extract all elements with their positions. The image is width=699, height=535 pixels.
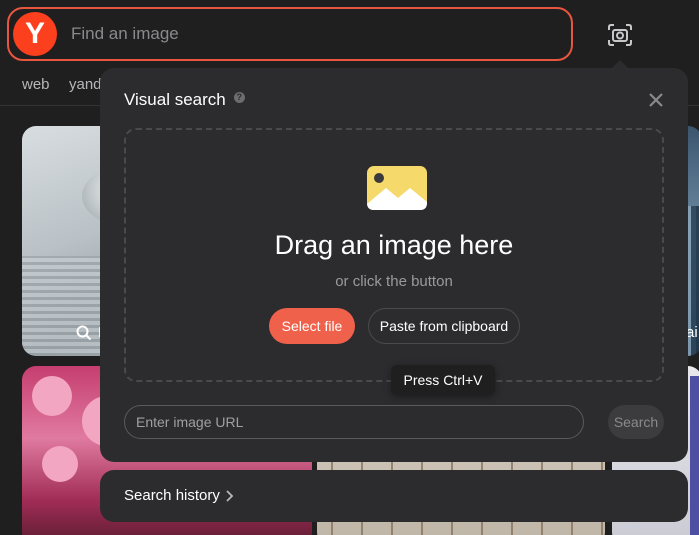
page: Y web yand R ai xyxy=(0,0,699,535)
image-url-input[interactable] xyxy=(124,405,584,439)
image-icon xyxy=(367,166,427,210)
nav-item-web[interactable]: web xyxy=(22,76,50,93)
close-button[interactable] xyxy=(646,90,666,110)
visual-search-dialog: Visual search ? Drag an image here or cl… xyxy=(100,68,688,462)
close-icon xyxy=(649,93,663,107)
drop-zone-title: Drag an image here xyxy=(274,230,514,260)
search-icon xyxy=(76,325,92,340)
blossom-shape xyxy=(32,376,72,416)
camera-search-button[interactable] xyxy=(605,20,635,50)
blossom-shape xyxy=(42,446,78,482)
drop-zone[interactable]: Drag an image here or click the button S… xyxy=(124,128,664,382)
drop-zone-subtitle: or click the button xyxy=(335,273,453,290)
search-input[interactable] xyxy=(71,24,511,44)
camera-icon xyxy=(608,24,632,46)
search-history-link[interactable]: Search history xyxy=(124,487,234,504)
paste-from-clipboard-button[interactable]: Paste from clipboard xyxy=(368,308,520,344)
dialog-title-text: Visual search xyxy=(124,90,226,109)
bar-shape xyxy=(690,376,699,535)
paste-tooltip: Press Ctrl+V xyxy=(391,365,495,395)
search-bar[interactable]: Y xyxy=(7,7,573,61)
url-search-button[interactable]: Search xyxy=(608,405,664,439)
popover-arrow xyxy=(612,60,628,68)
search-history-label: Search history xyxy=(124,487,220,504)
chevron-right-icon xyxy=(226,489,234,502)
yandex-logo[interactable]: Y xyxy=(13,12,57,56)
nav-item-yandex[interactable]: yand xyxy=(69,76,102,93)
select-file-button[interactable]: Select file xyxy=(269,308,355,344)
search-history-panel[interactable]: Search history xyxy=(100,470,688,522)
dialog-title: Visual search ? xyxy=(124,90,245,110)
help-icon[interactable]: ? xyxy=(233,91,245,103)
